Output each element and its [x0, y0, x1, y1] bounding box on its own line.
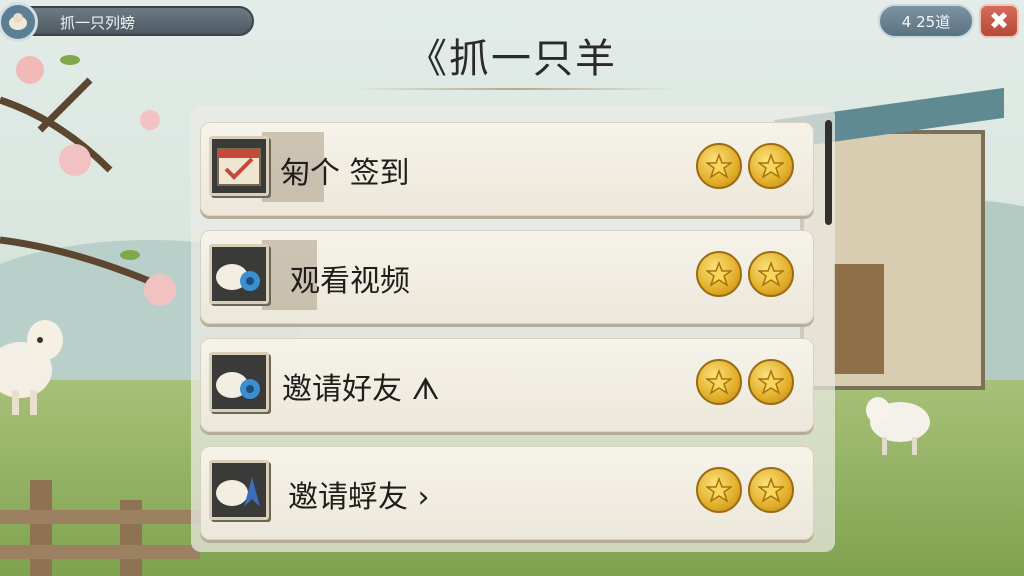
- coin-reward-icon: [748, 467, 794, 513]
- fence-illustration: [0, 480, 200, 576]
- task-row-watch-video[interactable]: 观看视频: [200, 230, 814, 324]
- task-label: 观看视频: [290, 264, 410, 299]
- task-label: 邀请好友 ᗑ: [282, 372, 440, 407]
- sheep-illustration: [866, 397, 930, 455]
- sheep-gear-icon: [209, 352, 269, 412]
- coin-reward-icon: [748, 251, 794, 297]
- sheep-gear-icon: [209, 244, 269, 304]
- title-divider: [350, 88, 680, 90]
- coin-reward-icon: [748, 143, 794, 189]
- sheep-illustration: [0, 320, 63, 415]
- calendar-check-icon: [209, 136, 269, 196]
- sheep-arrow-icon: [209, 460, 269, 520]
- scrollbar[interactable]: [825, 120, 832, 225]
- task-row-checkin[interactable]: 匊个 签到: [200, 122, 814, 216]
- task-label: 邀请蜉友 ›: [288, 480, 430, 515]
- coin-reward-icon: [696, 467, 742, 513]
- task-row-invite-friend-2[interactable]: 邀请蜉友 ›: [200, 446, 814, 540]
- task-label: 匊个 签到: [280, 156, 410, 191]
- page-title: 《抓一只羊: [407, 36, 617, 82]
- coin-reward-icon: [696, 359, 742, 405]
- coin-reward-icon: [696, 251, 742, 297]
- coin-reward-icon: [696, 143, 742, 189]
- coin-reward-icon: [748, 359, 794, 405]
- task-row-invite-friend[interactable]: 邀请好友 ᗑ: [200, 338, 814, 432]
